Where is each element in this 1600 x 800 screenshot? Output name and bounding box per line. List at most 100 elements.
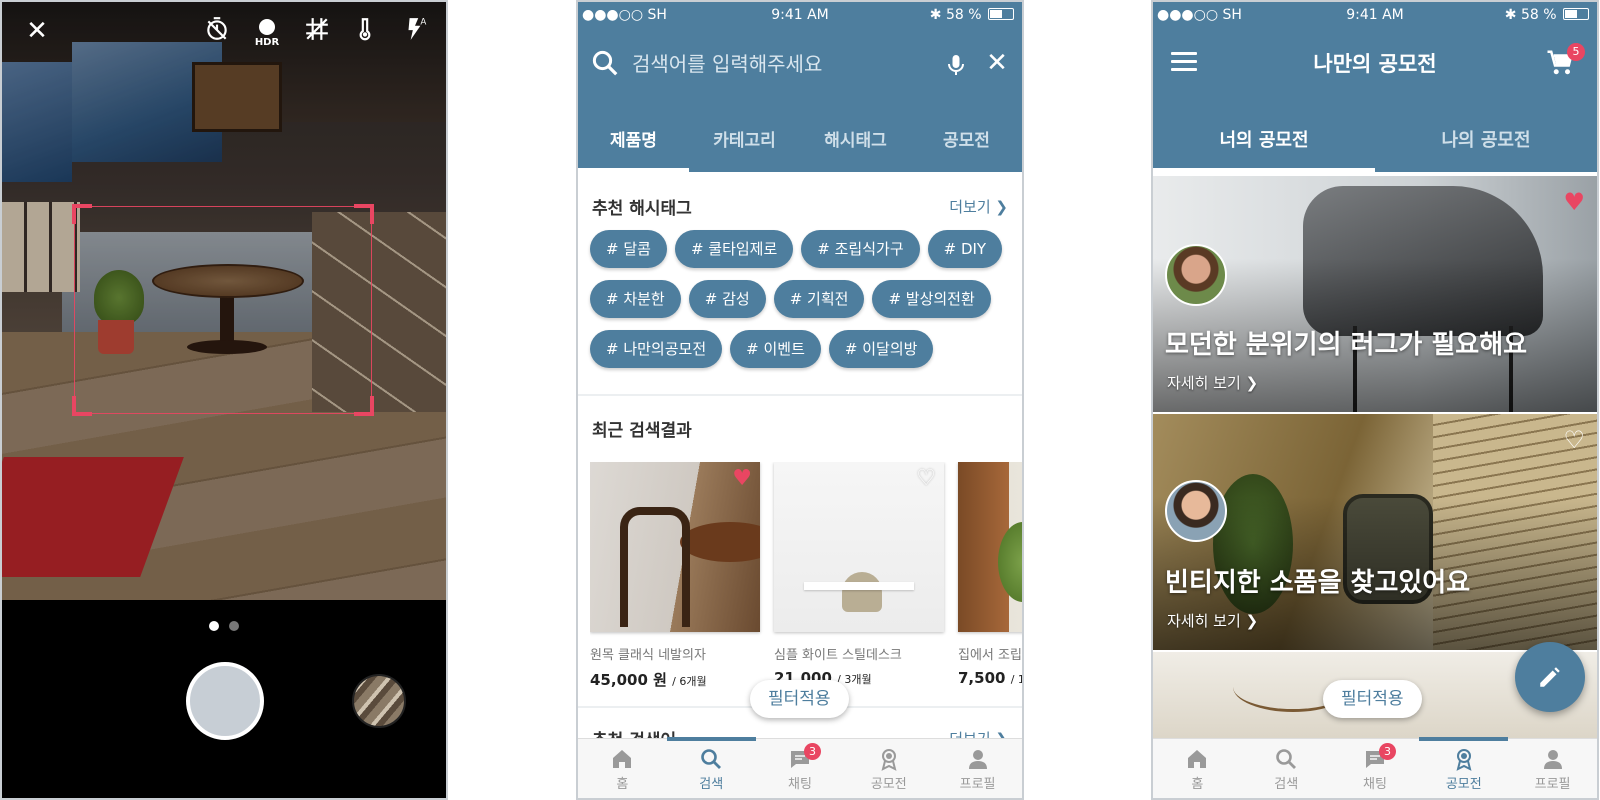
price-value: 7,500 (958, 669, 1006, 687)
hashtag-chip[interactable]: # 나만의공모전 (590, 330, 723, 368)
battery-icon (1563, 8, 1589, 20)
hashtag-chip[interactable]: # 조립식가구 (801, 230, 920, 268)
award-icon (1456, 749, 1472, 771)
nav-label: 검색 (699, 777, 724, 792)
status-right: ✱ 58 % (1505, 7, 1589, 23)
apply-filter-button[interactable]: 필터적용 (1323, 680, 1422, 718)
flash-auto-icon[interactable]: A (400, 16, 430, 48)
product-name: 집에서 조립 (958, 648, 1022, 663)
shutter-button[interactable] (186, 662, 264, 740)
focus-corner (354, 396, 374, 416)
avatar[interactable] (1165, 244, 1227, 306)
hashtag-chip[interactable]: # 이달의방 (828, 330, 934, 368)
hashtag-chip[interactable]: # 감성 (688, 280, 766, 318)
recent-results-title: 최근 검색결과 (592, 421, 692, 441)
detail-link[interactable]: 자세히 보기 ❯ (1167, 610, 1258, 631)
chevron-right-icon: ❯ (1245, 374, 1259, 392)
hashtag-chip[interactable]: # DIY (927, 230, 1003, 268)
heart-outline-icon[interactable]: ♡ (916, 468, 936, 490)
recent-results-carousel[interactable]: ♥ 원목 클래식 네발의자 45,000 원 / 6개월 ♡ 심플 화이트 스틸… (590, 462, 1022, 692)
search-bar: ✕ (578, 42, 1022, 88)
gallery-thumbnail[interactable] (352, 674, 406, 728)
heart-filled-icon[interactable]: ♥ (1563, 190, 1585, 214)
contest-tabs: 너의 공모전 나의 공모전 (1153, 114, 1597, 172)
product-card[interactable]: 집에서 조립 7,500 / 1 (958, 462, 1022, 687)
tab-product-name[interactable]: 제품명 (578, 114, 689, 172)
nav-contest[interactable]: 공모전 (1419, 737, 1508, 798)
profile-icon (1543, 750, 1562, 769)
banner-title: 모던한 분위기의 러그가 필요해요 (1165, 330, 1528, 360)
close-icon[interactable]: ✕ (22, 16, 52, 46)
product-card[interactable]: ♡ 심플 화이트 스틸데스크 21,000 / 3개월 (774, 462, 944, 687)
product-image: ♥ (590, 462, 760, 632)
tab-category[interactable]: 카테고리 (689, 114, 800, 172)
temperature-icon[interactable] (350, 16, 380, 48)
chat-badge: 3 (1378, 743, 1396, 760)
nav-home[interactable]: 홈 (578, 739, 667, 798)
camera-viewfinder[interactable]: ✕ HDR A (2, 2, 446, 600)
nav-search[interactable]: 검색 (666, 737, 756, 798)
hashtag-chip[interactable]: # 달콤 (590, 230, 667, 268)
page-dot[interactable] (229, 621, 239, 631)
heart-filled-icon[interactable]: ♥ (732, 468, 752, 490)
search-icon (592, 50, 618, 76)
nav-profile[interactable]: 프로필 (1508, 739, 1597, 798)
nav-chat[interactable]: 채팅 3 (1331, 739, 1420, 798)
status-right: ✱ 58 % (930, 7, 1014, 23)
contest-screen: ●●●○○ SH 9:41 AM ✱ 58 % 나만의 공모전 5 너의 공모전… (1151, 0, 1599, 800)
hdr-icon[interactable]: HDR (252, 16, 282, 48)
nav-search[interactable]: 검색 (1242, 739, 1331, 798)
nav-label: 홈 (1191, 777, 1204, 792)
nav-label: 채팅 (788, 777, 812, 792)
tab-your-contests[interactable]: 너의 공모전 (1153, 114, 1375, 172)
camera-screen: ✕ HDR A (0, 0, 448, 800)
write-button[interactable] (1515, 642, 1585, 712)
hashtag-chip[interactable]: # 차분한 (590, 280, 681, 318)
nav-label: 홈 (616, 777, 629, 792)
nav-contest[interactable]: 공모전 (844, 739, 933, 798)
page-dot-active[interactable] (209, 621, 219, 631)
product-name: 심플 화이트 스틸데스크 (774, 648, 902, 663)
nav-profile[interactable]: 프로필 (933, 739, 1022, 798)
product-price: 7,500 / 1 (958, 669, 1022, 687)
home-icon (613, 750, 632, 768)
nav-label: 검색 (1274, 777, 1299, 792)
grid-icon[interactable] (302, 16, 332, 48)
tab-hashtag[interactable]: 해시태그 (800, 114, 911, 172)
nav-label: 공모전 (870, 777, 907, 792)
status-bar: ●●●○○ SH 9:41 AM ✱ 58 % (578, 2, 1022, 30)
heart-outline-icon[interactable]: ♡ (1563, 428, 1585, 452)
tab-contest[interactable]: 공모전 (911, 114, 1022, 172)
nav-home[interactable]: 홈 (1153, 739, 1242, 798)
detail-link[interactable]: 자세히 보기 ❯ (1167, 372, 1258, 393)
more-hashtags-link[interactable]: 더보기 ❯ (949, 196, 1008, 217)
clear-search-icon[interactable]: ✕ (982, 48, 1012, 78)
nav-chat[interactable]: 채팅 3 (756, 739, 845, 798)
rental-period: / 6개월 (672, 675, 707, 688)
bluetooth-icon: ✱ (1504, 7, 1517, 23)
search-input[interactable] (632, 46, 922, 82)
product-image (958, 462, 1022, 632)
focus-frame[interactable] (72, 204, 374, 416)
hashtag-chip[interactable]: # 이벤트 (730, 330, 821, 368)
hdr-dot (259, 19, 275, 35)
apply-filter-button[interactable]: 필터적용 (750, 680, 849, 718)
timer-icon[interactable] (202, 16, 232, 48)
hashtag-chip[interactable]: # 기획전 (773, 280, 865, 318)
product-table-shape (680, 522, 760, 562)
avatar[interactable] (1165, 480, 1227, 542)
profile-icon (968, 750, 987, 769)
product-card[interactable]: ♥ 원목 클래식 네발의자 45,000 원 / 6개월 (590, 462, 760, 690)
hashtag-chip[interactable]: # 발상의전환 (872, 280, 991, 318)
microphone-icon[interactable] (944, 50, 968, 80)
svg-text:A: A (420, 18, 426, 28)
hashtag-chip[interactable]: # 쿨타임제로 (674, 230, 794, 268)
camera-toolbar: ✕ HDR A (2, 2, 446, 62)
contest-title-bar: 나만의 공모전 5 (1153, 42, 1597, 90)
battery-percent: 58 % (1520, 7, 1557, 23)
tab-my-contests[interactable]: 나의 공모전 (1375, 114, 1597, 172)
chevron-right-icon: ❯ (995, 198, 1008, 216)
product-name: 원목 클래식 네발의자 (590, 648, 706, 663)
focus-corner (354, 204, 374, 224)
hashtag-list: # 달콤 # 쿨타임제로 # 조립식가구 # DIY # 차분한 # 감성 # 기획전 # 발… (590, 230, 1014, 380)
